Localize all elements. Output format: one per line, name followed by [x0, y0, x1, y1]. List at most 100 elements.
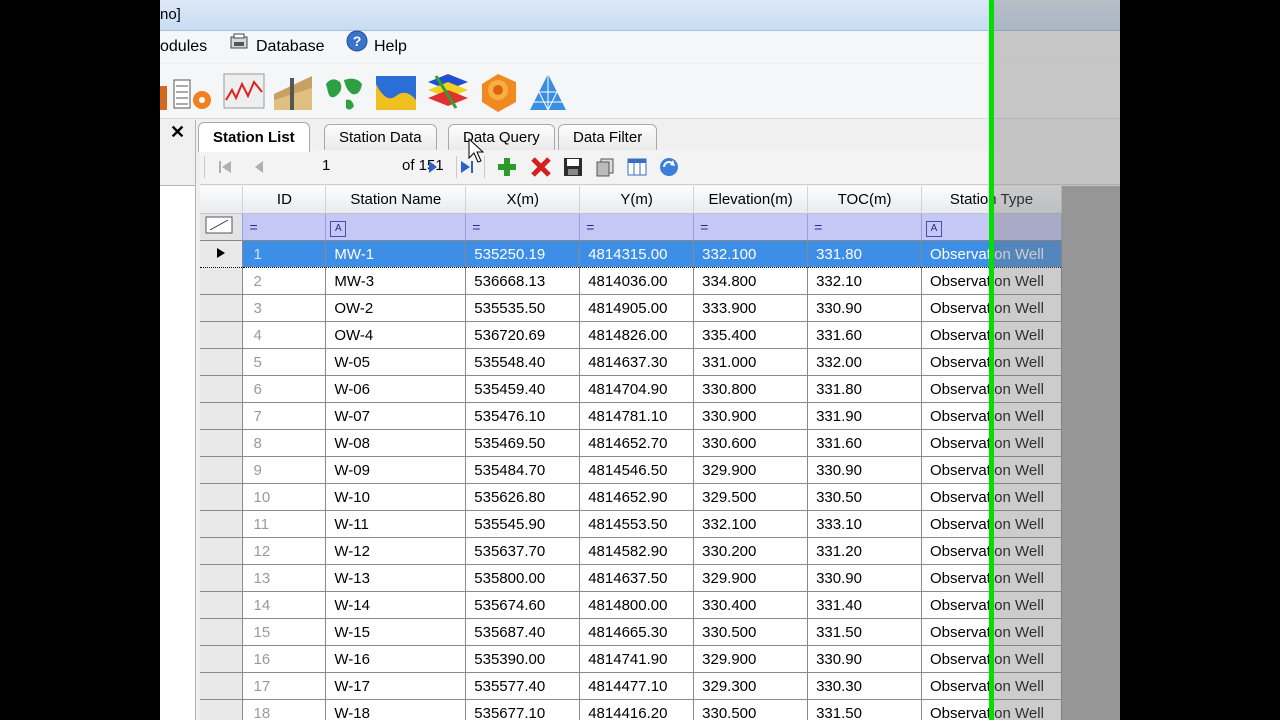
row-header[interactable]	[200, 456, 244, 484]
column-header-elevation[interactable]: Elevation(m)	[693, 186, 809, 214]
previous-record-icon[interactable]	[248, 156, 270, 178]
row-header[interactable]	[200, 618, 244, 646]
table-row[interactable]: 2 MW-3 536668.13 4814036.00 334.800 332.10 Obs…	[200, 267, 1063, 295]
table-row[interactable]: 11 W-11 535545.90 4814553.50 332.100 333.10 Ob…	[200, 510, 1063, 538]
close-icon[interactable]: ✕	[170, 122, 185, 143]
cell-elevation[interactable]: 329.900	[693, 456, 809, 484]
cell-toc[interactable]: 330.90	[807, 456, 922, 484]
cell-id[interactable]: 13	[242, 564, 327, 592]
time-series-chart-icon[interactable]	[222, 70, 266, 114]
cell-station-name[interactable]: W-14	[325, 591, 467, 619]
cell-id[interactable]: 15	[242, 618, 327, 646]
cell-x[interactable]: 535687.40	[465, 618, 581, 646]
column-header-id[interactable]: ID	[242, 186, 327, 214]
column-header-toc[interactable]: TOC(m)	[807, 186, 922, 214]
table-row[interactable]: 16 W-16 535390.00 4814741.90 329.900 330.90 Ob…	[200, 645, 1063, 673]
cell-elevation[interactable]: 330.900	[693, 402, 809, 430]
cell-station-name[interactable]: W-11	[325, 510, 467, 538]
cell-y[interactable]: 4814477.10	[579, 672, 695, 700]
cell-elevation[interactable]: 329.500	[693, 483, 809, 511]
row-header[interactable]	[200, 537, 244, 565]
table-row[interactable]: 4 OW-4 536720.69 4814826.00 335.400 331.60 Obs…	[200, 321, 1063, 349]
cell-station-name[interactable]: W-17	[325, 672, 467, 700]
column-chooser-icon[interactable]	[626, 156, 648, 178]
cell-id[interactable]: 14	[242, 591, 327, 619]
cell-elevation[interactable]: 329.300	[693, 672, 809, 700]
row-header[interactable]	[200, 294, 244, 322]
row-header[interactable]	[200, 672, 244, 700]
cell-toc[interactable]: 331.60	[807, 321, 922, 349]
cell-elevation[interactable]: 330.500	[693, 618, 809, 646]
cell-id[interactable]: 8	[242, 429, 327, 457]
cell-elevation[interactable]: 335.400	[693, 321, 809, 349]
delete-record-icon[interactable]	[530, 156, 552, 178]
cell-id[interactable]: 10	[242, 483, 327, 511]
next-record-icon[interactable]	[422, 156, 444, 178]
table-row[interactable]: 7 W-07 535476.10 4814781.10 330.900 331.90 Obs…	[200, 402, 1063, 430]
filter-cell-toc[interactable]: =	[807, 213, 922, 241]
tab-data-filter[interactable]: Data Filter	[558, 124, 658, 151]
cell-x[interactable]: 535800.00	[465, 564, 581, 592]
surface-icon[interactable]	[374, 70, 418, 114]
cell-y[interactable]: 4814781.10	[579, 402, 695, 430]
cell-toc[interactable]: 330.90	[807, 645, 922, 673]
cell-toc[interactable]: 330.90	[807, 294, 922, 322]
cell-station-name[interactable]: W-08	[325, 429, 467, 457]
cell-station-name[interactable]: W-09	[325, 456, 467, 484]
tab-station-data[interactable]: Station Data	[324, 124, 437, 151]
table-row[interactable]: 12 W-12 535637.70 4814582.90 330.200 331.20 Ob…	[200, 537, 1063, 565]
row-header[interactable]	[200, 348, 244, 376]
cell-station-name[interactable]: W-15	[325, 618, 467, 646]
cell-elevation[interactable]: 332.100	[693, 240, 809, 268]
filter-cell-id[interactable]: =	[242, 213, 327, 241]
cell-toc[interactable]: 333.10	[807, 510, 922, 538]
cell-id[interactable]: 6	[242, 375, 327, 403]
tab-station-list[interactable]: Station List	[198, 122, 310, 152]
table-row[interactable]: 8 W-08 535469.50 4814652.70 330.600 331.60 Obs…	[200, 429, 1063, 457]
cell-toc[interactable]: 330.50	[807, 483, 922, 511]
cell-elevation[interactable]: 332.100	[693, 510, 809, 538]
cell-toc[interactable]: 331.20	[807, 537, 922, 565]
cell-id[interactable]: 4	[242, 321, 327, 349]
3d-solid-icon[interactable]	[476, 70, 520, 114]
row-header[interactable]	[200, 564, 244, 592]
row-header[interactable]	[200, 591, 244, 619]
cell-station-name[interactable]: W-18	[325, 699, 467, 720]
cell-id[interactable]: 11	[242, 510, 327, 538]
add-record-icon[interactable]	[496, 156, 518, 178]
row-header[interactable]	[200, 510, 244, 538]
column-header-y[interactable]: Y(m)	[579, 186, 695, 214]
cell-station-name[interactable]: W-07	[325, 402, 467, 430]
row-header[interactable]	[200, 240, 244, 268]
cell-x[interactable]: 535674.60	[465, 591, 581, 619]
borehole-log-icon[interactable]	[160, 70, 168, 114]
cell-station-name[interactable]: MW-1	[325, 240, 467, 268]
table-row[interactable]: 3 OW-2 535535.50 4814905.00 333.900 330.90 Obs…	[200, 294, 1063, 322]
cell-y[interactable]: 4814741.90	[579, 645, 695, 673]
cell-toc[interactable]: 331.90	[807, 402, 922, 430]
copy-records-icon[interactable]	[594, 156, 616, 178]
cell-station-name[interactable]: W-10	[325, 483, 467, 511]
cell-y[interactable]: 4814652.90	[579, 483, 695, 511]
filter-cell-elevation[interactable]: =	[693, 213, 809, 241]
cell-y[interactable]: 4814036.00	[579, 267, 695, 295]
cell-x[interactable]: 535637.70	[465, 537, 581, 565]
cell-toc[interactable]: 330.30	[807, 672, 922, 700]
cell-toc[interactable]: 331.50	[807, 699, 922, 720]
cell-y[interactable]: 4814553.50	[579, 510, 695, 538]
refresh-icon[interactable]	[658, 156, 680, 178]
cell-elevation[interactable]: 330.500	[693, 699, 809, 720]
cell-toc[interactable]: 331.40	[807, 591, 922, 619]
cell-x[interactable]: 535548.40	[465, 348, 581, 376]
cell-station-name[interactable]: OW-4	[325, 321, 467, 349]
cell-y[interactable]: 4814546.50	[579, 456, 695, 484]
filter-cell-x[interactable]: =	[465, 213, 581, 241]
filter-clear-icon[interactable]	[200, 213, 244, 241]
cell-y[interactable]: 4814582.90	[579, 537, 695, 565]
cell-x[interactable]: 535459.40	[465, 375, 581, 403]
cell-station-name[interactable]: MW-3	[325, 267, 467, 295]
cell-toc[interactable]: 331.80	[807, 375, 922, 403]
cell-y[interactable]: 4814665.30	[579, 618, 695, 646]
row-header[interactable]	[200, 429, 244, 457]
menu-help[interactable]: ? Help	[346, 30, 407, 63]
